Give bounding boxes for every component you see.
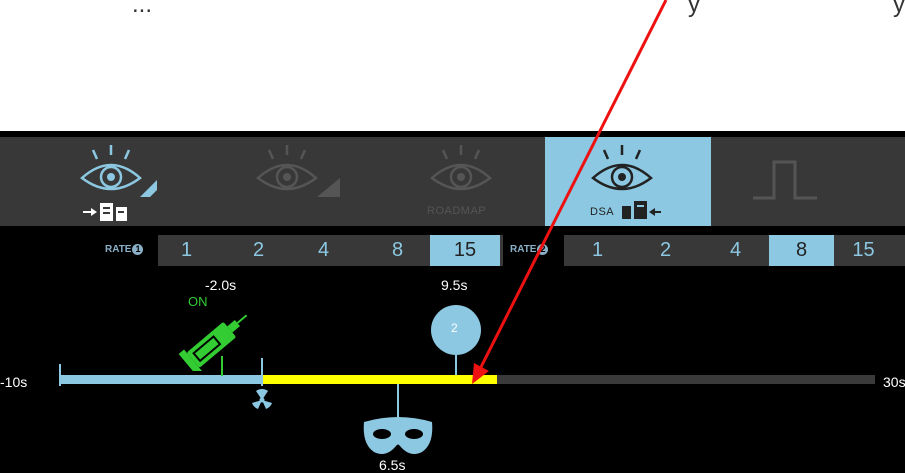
red-arrow: [472, 0, 668, 384]
